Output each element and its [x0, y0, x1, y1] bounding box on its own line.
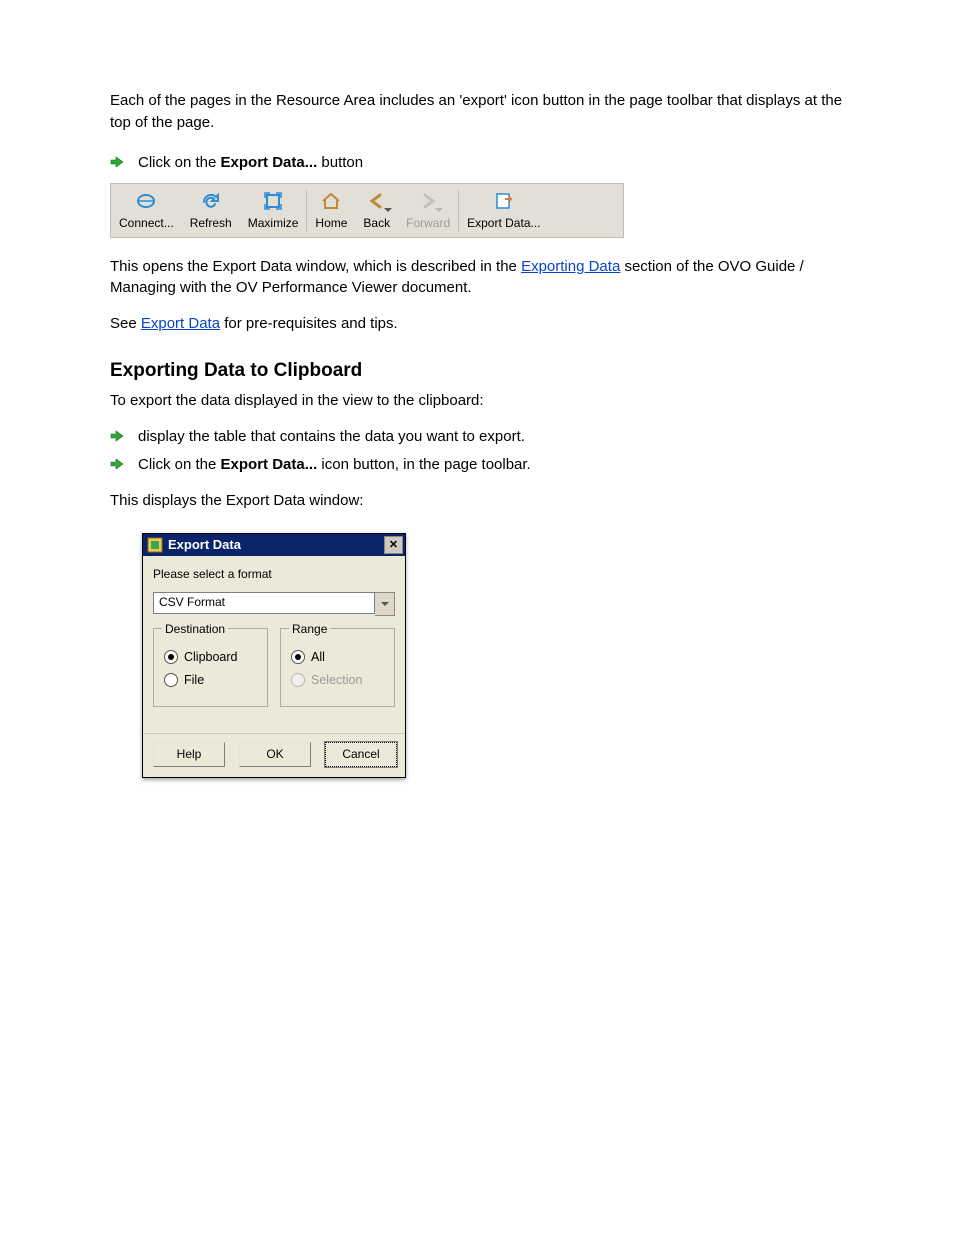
refresh-icon: [200, 190, 222, 212]
export-data-dialog: Export Data ✕ Please select a format CSV…: [142, 533, 406, 778]
forward-icon: [417, 190, 439, 212]
bullet-bold: Export Data...: [221, 154, 318, 171]
format-value: CSV Format: [153, 592, 375, 614]
range-selection-radio: Selection: [291, 671, 384, 689]
toolbar-home-button[interactable]: Home: [307, 184, 355, 236]
destination-file-radio[interactable]: File: [164, 671, 257, 689]
arrow-right-icon: [110, 429, 124, 443]
toolbar-back-button[interactable]: Back: [355, 184, 398, 236]
toolbar-label: Maximize: [248, 215, 299, 232]
destination-group: Destination Clipboard File: [153, 628, 268, 707]
dialog-prompt: Please select a format: [153, 566, 395, 583]
step-display-table: display the table that contains the data…: [110, 426, 859, 448]
export-data-link[interactable]: Export Data: [141, 315, 220, 332]
toolbar-figure: Connect... Refresh Maximize Home: [110, 183, 859, 237]
app-icon: [147, 537, 163, 553]
help-button[interactable]: Help: [153, 742, 225, 767]
exporting-data-link[interactable]: Exporting Data: [521, 258, 620, 275]
cancel-button[interactable]: Cancel: [325, 742, 397, 767]
ok-button[interactable]: OK: [239, 742, 311, 767]
dialog-titlebar: Export Data ✕: [143, 534, 405, 556]
step-text: display the table that contains the data…: [138, 426, 525, 448]
radio-icon: [291, 673, 305, 687]
radio-label: Selection: [311, 671, 362, 689]
toolbar-label: Refresh: [190, 215, 232, 232]
intro-paragraph: Each of the pages in the Resource Area i…: [110, 90, 859, 134]
radio-icon: [164, 650, 178, 664]
export-window-paragraph: This opens the Export Data window, which…: [110, 256, 859, 300]
radio-icon: [164, 673, 178, 687]
export-icon: [493, 190, 515, 212]
section-heading: Exporting Data to Clipboard: [110, 357, 859, 385]
format-dropdown[interactable]: CSV Format: [153, 592, 395, 614]
step-click-export: Click on the Export Data... icon button,…: [110, 454, 859, 476]
step-displays-window: This displays the Export Data window:: [110, 490, 859, 512]
toolbar-forward-button[interactable]: Forward: [398, 184, 458, 236]
bullet-click-export: Click on the Export Data... button: [110, 152, 859, 174]
radio-label: File: [184, 671, 204, 689]
group-legend: Range: [289, 621, 330, 638]
dialog-title-text: Export Data: [168, 536, 241, 555]
chevron-down-icon[interactable]: [375, 592, 395, 616]
section-description: To export the data displayed in the view…: [110, 390, 859, 412]
maximize-icon: [262, 190, 284, 212]
toolbar-label: Export Data...: [467, 215, 540, 232]
toolbar-refresh-button[interactable]: Refresh: [182, 184, 240, 236]
range-all-radio[interactable]: All: [291, 648, 384, 666]
destination-clipboard-radio[interactable]: Clipboard: [164, 648, 257, 666]
toolbar-export-button[interactable]: Export Data...: [459, 184, 548, 236]
bullet-lead: Click on the: [138, 154, 216, 171]
radio-icon: [291, 650, 305, 664]
radio-label: All: [311, 648, 325, 666]
home-icon: [320, 190, 342, 212]
group-legend: Destination: [162, 621, 228, 638]
arrow-right-icon: [110, 155, 124, 169]
toolbar-label: Home: [315, 215, 347, 232]
toolbar-maximize-button[interactable]: Maximize: [240, 184, 307, 236]
range-group: Range All Selection: [280, 628, 395, 707]
back-icon: [366, 190, 388, 212]
toolbar-label: Connect...: [119, 215, 174, 232]
radio-label: Clipboard: [184, 648, 238, 666]
arrow-right-icon: [110, 457, 124, 471]
bullet-trail: button: [321, 154, 363, 171]
connect-icon: [135, 190, 157, 212]
see-paragraph: See Export Data for pre-requisites and t…: [110, 313, 859, 335]
toolbar-label: Back: [363, 215, 390, 232]
toolbar-label: Forward: [406, 215, 450, 232]
close-button[interactable]: ✕: [384, 536, 403, 554]
toolbar-connect-button[interactable]: Connect...: [111, 184, 182, 236]
step-text: Click on the Export Data... icon button,…: [138, 454, 531, 476]
